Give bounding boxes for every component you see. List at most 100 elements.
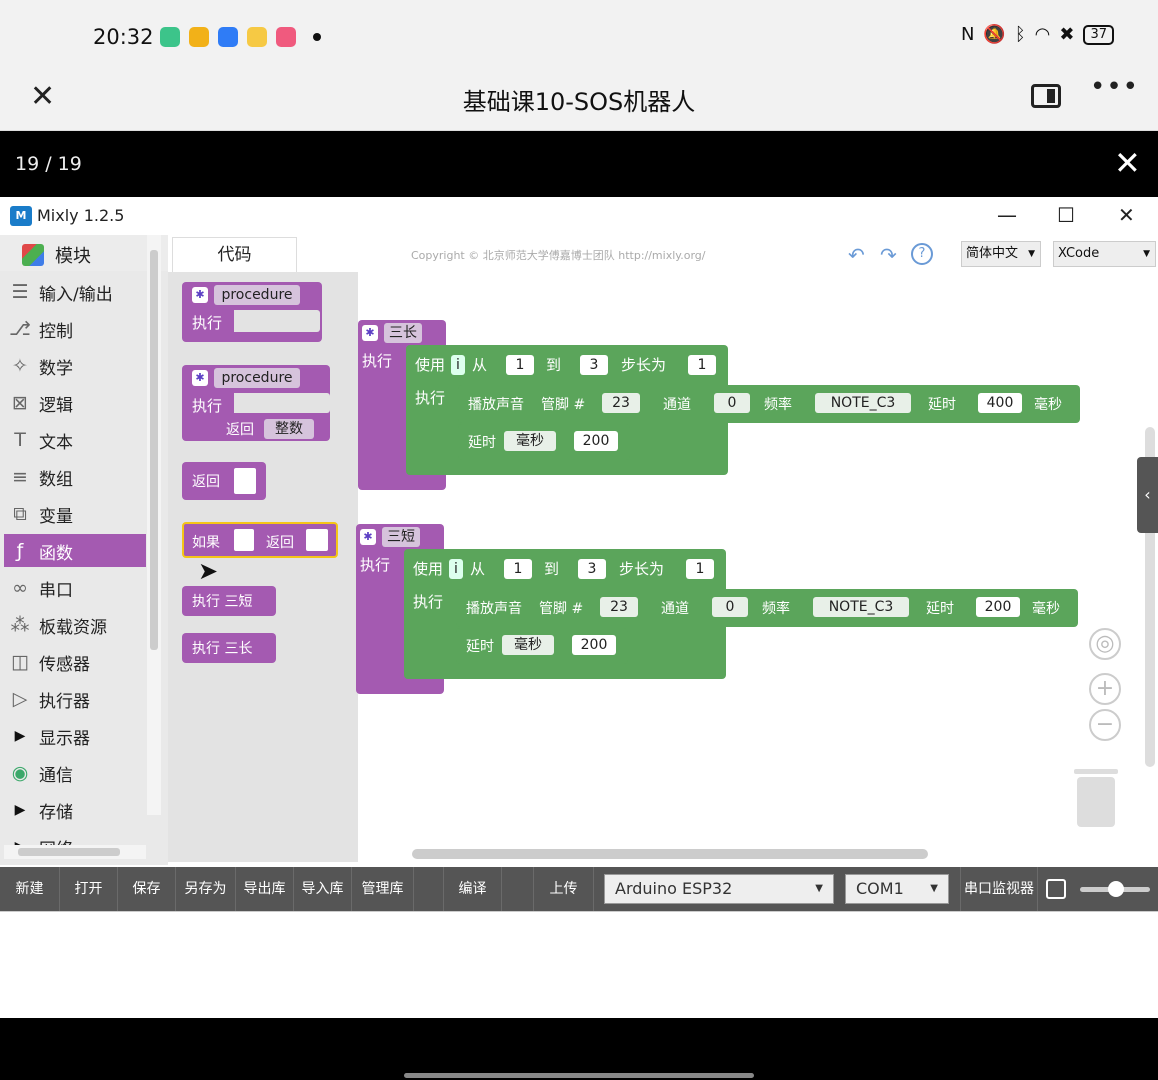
- return-block[interactable]: 返回: [182, 462, 266, 500]
- sidebar-item-control[interactable]: ⎇控制: [4, 312, 146, 345]
- save-as-button[interactable]: 另存为: [176, 867, 236, 911]
- sidebar-item-communication[interactable]: ◉通信: [4, 756, 146, 789]
- app-notification-icon: [189, 27, 209, 47]
- step-value-input[interactable]: 1: [686, 559, 714, 579]
- slider-handle[interactable]: [1108, 881, 1124, 897]
- compile-button[interactable]: 编译: [444, 867, 502, 911]
- tone-delay-input[interactable]: 400: [978, 393, 1022, 413]
- delay-unit-dropdown[interactable]: 毫秒: [502, 635, 554, 655]
- window-close-icon[interactable]: ✕: [1118, 203, 1135, 227]
- sidebar-item-serial[interactable]: ∞串口: [4, 571, 146, 604]
- from-value-input[interactable]: 1: [506, 355, 534, 375]
- board-select[interactable]: Arduino ESP32: [604, 874, 834, 904]
- sidebar-item-sensor[interactable]: ◫传感器: [4, 645, 146, 678]
- sidebar-item-actuator[interactable]: ▷执行器: [4, 682, 146, 715]
- statement-slot: [234, 393, 330, 413]
- zoom-out-icon[interactable]: −: [1089, 709, 1121, 741]
- tone-long-block[interactable]: 播放声音 管脚 # 23 通道 0 频率 NOTE_C3 延时 400 毫秒: [458, 385, 1080, 423]
- upload-button[interactable]: 上传: [534, 867, 594, 911]
- scrollbar-thumb[interactable]: [18, 848, 120, 856]
- loop-variable-field[interactable]: i: [451, 355, 465, 375]
- toolbar-spacer: [414, 867, 444, 911]
- manage-library-button[interactable]: 管理库: [352, 867, 414, 911]
- function-name-field[interactable]: 三短: [382, 527, 420, 547]
- language-select[interactable]: 简体中文: [961, 241, 1041, 267]
- app-notification-icon: [218, 27, 238, 47]
- if-return-block[interactable]: 如果 返回: [182, 522, 338, 558]
- sidebar-item-board[interactable]: ⁂板载资源: [4, 608, 146, 641]
- sidebar-item-function[interactable]: ƒ函数: [4, 534, 146, 567]
- sidebar-item-math[interactable]: ✧数学: [4, 349, 146, 382]
- save-button[interactable]: 保存: [118, 867, 176, 911]
- loop-variable-field[interactable]: i: [449, 559, 463, 579]
- block-category-sidebar: 模块 ☰输入/输出 ⎇控制 ✧数学 ⊠逻辑 T文本 ≡数组 ⧉变量 ƒ函数 ∞串…: [0, 235, 168, 865]
- sidebar-item-network[interactable]: ▶网络: [4, 830, 146, 845]
- sidebar-h-scrollbar[interactable]: [4, 845, 146, 859]
- delay-unit-dropdown[interactable]: 毫秒: [504, 431, 556, 451]
- viewer-close-icon[interactable]: ✕: [1114, 147, 1141, 179]
- sidebar-scrollbar[interactable]: [147, 235, 161, 815]
- port-select[interactable]: COM1: [845, 874, 949, 904]
- delay-value-input[interactable]: 200: [574, 431, 618, 451]
- minimize-icon[interactable]: —: [997, 203, 1017, 227]
- from-value-input[interactable]: 1: [504, 559, 532, 579]
- more-icon[interactable]: •••: [1090, 72, 1139, 102]
- home-indicator[interactable]: [404, 1073, 754, 1078]
- pin-dropdown[interactable]: 23: [600, 597, 638, 617]
- scrollbar-thumb[interactable]: [150, 250, 158, 650]
- export-library-button[interactable]: 导出库: [236, 867, 294, 911]
- procedure-name-field[interactable]: procedure: [214, 285, 300, 305]
- zoom-in-icon[interactable]: +: [1089, 673, 1121, 705]
- procedure-return-block[interactable]: ✱ procedure 执行 返回 整数: [182, 365, 330, 441]
- tone-delay-input[interactable]: 200: [976, 597, 1020, 617]
- procedure-block[interactable]: ✱ procedure 执行: [182, 282, 322, 342]
- output-console[interactable]: [0, 911, 1158, 1018]
- step-value-input[interactable]: 1: [688, 355, 716, 375]
- editor-tabbar: 代码 Copyright © 北京师范大学傅嘉博士团队 http://mixly…: [168, 235, 1158, 272]
- import-library-button[interactable]: 导入库: [294, 867, 352, 911]
- sidebar-item-storage[interactable]: ▶存储: [4, 793, 146, 826]
- trash-icon[interactable]: [1077, 777, 1115, 827]
- delay-long-block[interactable]: 延时 毫秒 200: [458, 424, 630, 460]
- note-dropdown[interactable]: NOTE_C3: [813, 597, 909, 617]
- undo-icon[interactable]: ↶: [848, 243, 865, 267]
- redo-icon[interactable]: ↷: [880, 243, 897, 267]
- chip-icon[interactable]: [1046, 879, 1066, 899]
- to-value-input[interactable]: 3: [580, 355, 608, 375]
- pin-dropdown[interactable]: 23: [602, 393, 640, 413]
- serial-monitor-button[interactable]: 串口监视器: [960, 867, 1038, 911]
- sidebar-item-io[interactable]: ☰输入/输出: [4, 275, 146, 308]
- sidebar-item-text[interactable]: T文本: [4, 423, 146, 456]
- recenter-icon[interactable]: ◎: [1089, 628, 1121, 660]
- zoom-slider[interactable]: [1080, 887, 1150, 892]
- delay-short-block[interactable]: 延时 毫秒 200: [456, 628, 628, 664]
- open-button[interactable]: 打开: [60, 867, 118, 911]
- blockly-workspace[interactable]: ✱ 三长 执行 使用 i 从 1 到 3 步长为 1 执行 播放声音 管脚 # …: [358, 272, 1158, 862]
- maximize-icon[interactable]: ☐: [1057, 203, 1075, 227]
- new-button[interactable]: 新建: [0, 867, 60, 911]
- function-name-field[interactable]: 三长: [384, 323, 422, 343]
- sidebar-item-variable[interactable]: ⧉变量: [4, 497, 146, 530]
- procedure-name-field[interactable]: procedure: [214, 368, 300, 388]
- chevron-left-icon[interactable]: ‹: [1137, 457, 1158, 533]
- sidebar-item-display[interactable]: ▶显示器: [4, 719, 146, 752]
- help-icon[interactable]: ?: [911, 243, 933, 265]
- status-time: 20:32: [93, 25, 154, 49]
- sidebar-item-logic[interactable]: ⊠逻辑: [4, 386, 146, 419]
- call-long-block[interactable]: 执行 三长: [182, 633, 276, 663]
- theme-select[interactable]: XCode: [1053, 241, 1156, 267]
- tone-short-block[interactable]: 播放声音 管脚 # 23 通道 0 频率 NOTE_C3 延时 200 毫秒: [456, 589, 1078, 627]
- to-value-input[interactable]: 3: [578, 559, 606, 579]
- channel-dropdown[interactable]: 0: [714, 393, 750, 413]
- workspace-h-scrollbar[interactable]: [412, 849, 928, 859]
- split-view-icon[interactable]: [1031, 84, 1061, 108]
- delay-value-input[interactable]: 200: [572, 635, 616, 655]
- tab-code[interactable]: 代码: [172, 237, 297, 272]
- note-dropdown[interactable]: NOTE_C3: [815, 393, 911, 413]
- sidebar-item-list[interactable]: ≡数组: [4, 460, 146, 493]
- channel-dropdown[interactable]: 0: [712, 597, 748, 617]
- return-type-dropdown[interactable]: 整数: [264, 419, 314, 439]
- call-short-block[interactable]: 执行 三短: [182, 586, 276, 616]
- board-icon: ⁂: [8, 613, 32, 637]
- block-label: 执行: [362, 350, 392, 371]
